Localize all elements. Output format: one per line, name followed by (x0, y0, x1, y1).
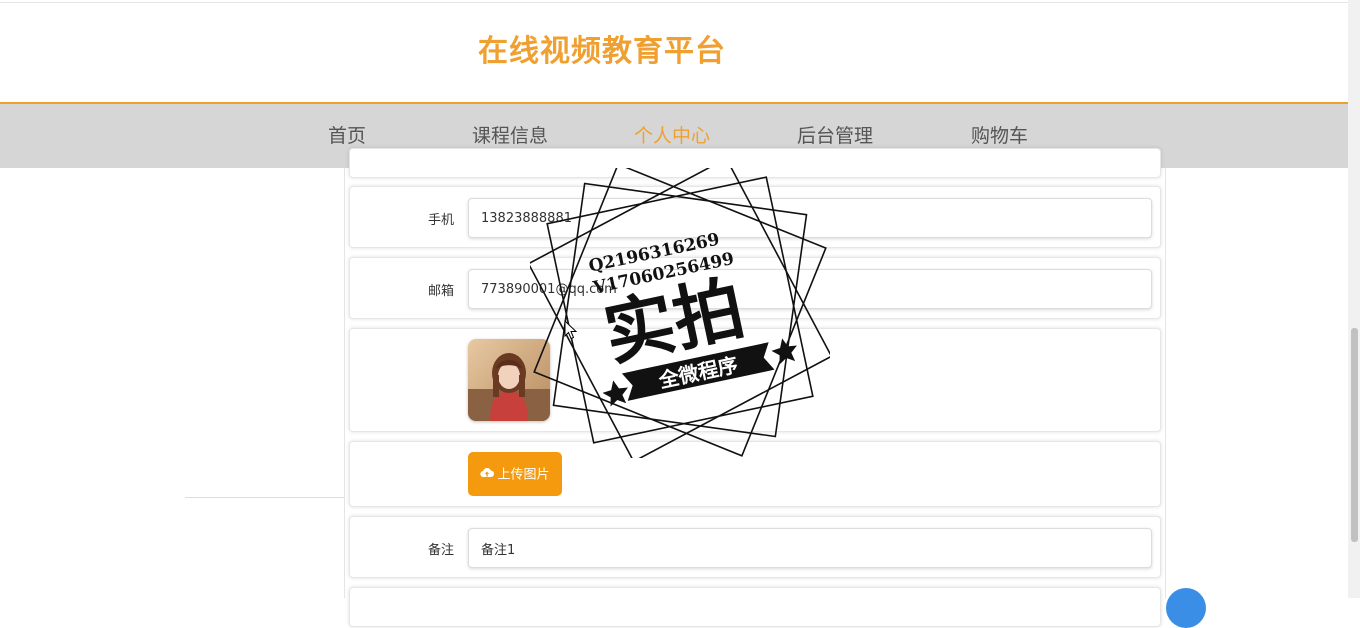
top-divider (0, 2, 1348, 3)
star-icon (602, 380, 628, 407)
mouse-cursor-icon (564, 319, 578, 340)
back-to-top-button[interactable] (1166, 588, 1206, 628)
remark-input[interactable] (468, 528, 1152, 568)
watermark-stamp: Q2196316269 V17060256499 实拍 全微程序 (527, 157, 833, 463)
site-title[interactable]: 在线视频教育平台 (478, 32, 726, 72)
form-row-next (349, 587, 1161, 627)
upload-image-button[interactable]: 上传图片 (468, 452, 562, 496)
remark-label: 备注 (427, 543, 454, 558)
scrollbar-thumb[interactable] (1351, 328, 1358, 542)
star-icon (771, 338, 797, 365)
page-scrollbar[interactable] (1348, 0, 1360, 598)
sidebar-menu (185, 168, 345, 498)
form-row-remark: 备注 (349, 516, 1161, 578)
email-label: 邮箱 (427, 284, 454, 299)
cloud-upload-icon (480, 453, 495, 497)
phone-label: 手机 (427, 213, 454, 228)
upload-button-label: 上传图片 (497, 467, 550, 483)
